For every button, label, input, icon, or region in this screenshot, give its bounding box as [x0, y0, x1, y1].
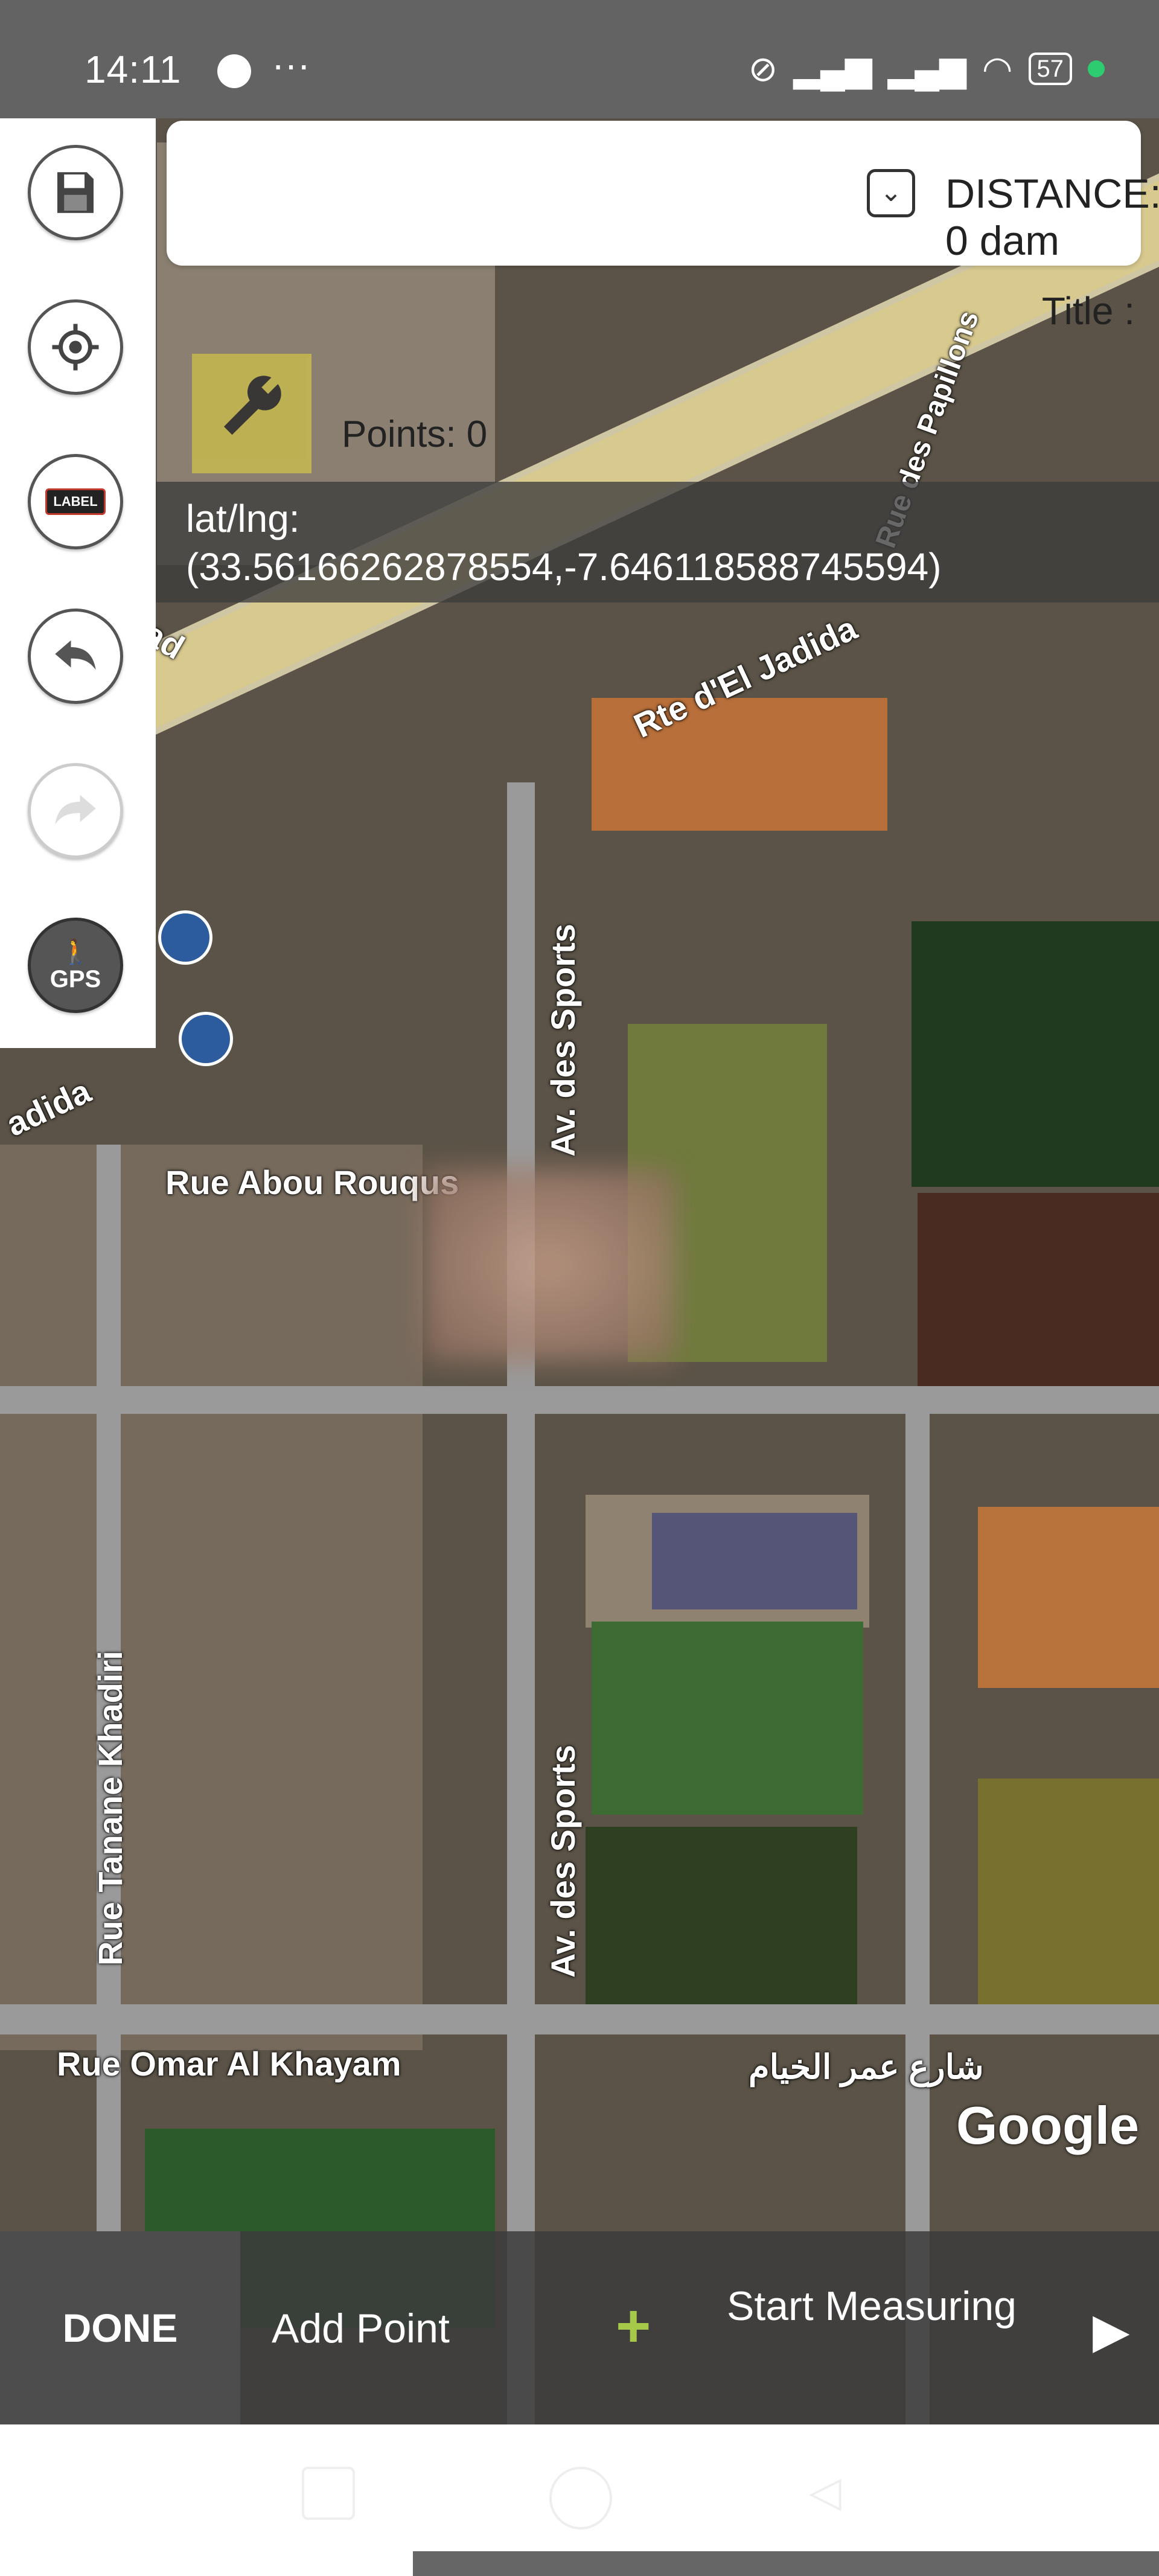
settings-button[interactable]: [192, 354, 311, 473]
play-icon[interactable]: ▶: [1093, 2303, 1130, 2359]
done-button[interactable]: DONE: [0, 2231, 240, 2424]
bus-stop-icon: [158, 910, 212, 965]
street-label: Av. des Sports: [544, 924, 582, 1157]
wrench-icon: [223, 376, 281, 435]
redo-button[interactable]: [28, 763, 123, 858]
gesture-handle: [413, 2551, 1159, 2576]
label-button[interactable]: LABEL: [28, 454, 123, 549]
gps-button[interactable]: 🚶 GPS: [28, 918, 123, 1013]
google-attribution: Google: [956, 2095, 1140, 2155]
wifi-icon: ◠: [982, 50, 1013, 89]
latlng-label: lat/lng:: [186, 497, 300, 540]
street-label: شارع عمر الخيام: [749, 2048, 984, 2086]
plus-icon[interactable]: +: [616, 2292, 651, 2361]
street-label: Av. des Sports: [544, 1745, 582, 1978]
redo-icon: [55, 794, 96, 825]
locate-button[interactable]: [28, 299, 123, 395]
start-measuring-button[interactable]: Start Measuring: [727, 2280, 1029, 2333]
chevron-down-icon[interactable]: ⌄: [867, 169, 915, 217]
status-bar: 14:11 ··· ⊘ ▂▄▆ ▂▄▆ ◠ 57: [0, 0, 1159, 118]
street-label: Rue Abou Rouqus: [165, 1163, 459, 1201]
walking-icon: 🚶: [60, 939, 91, 965]
bus-stop-icon: [179, 1012, 233, 1066]
distance-label: DISTANCE: 0 dam: [945, 171, 1159, 264]
home-nav-icon[interactable]: [549, 2467, 612, 2530]
distance-panel: ⌄ DISTANCE: 0 dam: [167, 121, 1159, 266]
bottom-bar: DONE Add Point + Start Measuring ▶: [0, 2231, 1159, 2424]
signal-icon: ▂▄▆: [887, 50, 966, 89]
points-count: Points: 0: [342, 414, 488, 455]
more-notifications-icon: ···: [272, 43, 310, 86]
gps-label: GPS: [49, 966, 101, 992]
satellite-map[interactable]: Rte d'El Jadida adida Av. des Sports Av.…: [0, 118, 1159, 2424]
messenger-icon: [217, 54, 251, 88]
street-label: Rue Omar Al Khayam: [57, 2045, 401, 2083]
undo-icon: [55, 640, 96, 670]
battery-icon: 57: [1028, 53, 1072, 85]
undo-button[interactable]: [28, 609, 123, 704]
title-label[interactable]: Title :: [1042, 289, 1135, 333]
back-nav-icon[interactable]: ◁: [809, 2467, 841, 2516]
status-time: 14:11: [85, 48, 182, 91]
left-toolbar: LABEL 🚶 GPS: [0, 118, 156, 1048]
save-button[interactable]: [28, 145, 123, 240]
street-label: Rue Tanane Khadiri: [91, 1651, 129, 1966]
blurred-marker: [423, 1169, 676, 1362]
camera-in-use-dot: [1088, 60, 1105, 77]
label-icon: LABEL: [45, 488, 106, 515]
status-icons: ⊘ ▂▄▆ ▂▄▆ ◠ 57: [749, 48, 1105, 89]
signal-icon: ▂▄▆: [793, 50, 872, 89]
crosshair-icon: [52, 324, 99, 371]
latlng-value: (33.56166262878554,-7.646118588745594): [186, 545, 942, 589]
save-icon: [57, 172, 94, 213]
mute-icon: ⊘: [748, 50, 778, 89]
add-point-button[interactable]: Add Point: [272, 2305, 450, 2352]
latlng-strip: lat/lng: (33.56166262878554,-7.646118588…: [156, 482, 1159, 602]
recents-nav-icon[interactable]: [302, 2467, 355, 2520]
